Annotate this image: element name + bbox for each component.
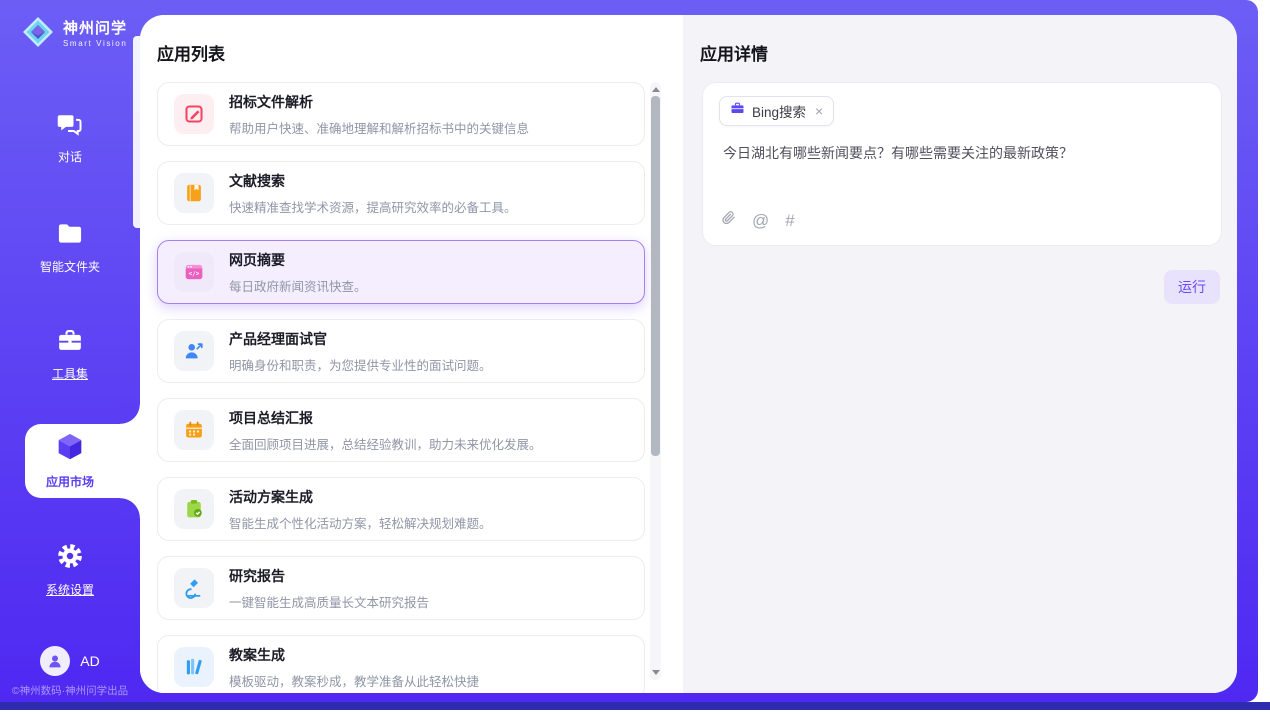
- app-name: 网页摘要: [229, 250, 367, 270]
- app-card-project-summary[interactable]: 项目总结汇报 全面回顾项目进展，总结经验教训，助力未来优化发展。: [157, 398, 645, 462]
- sidebar-item-label: 智能文件夹: [40, 258, 100, 275]
- svg-text:</>: </>: [189, 271, 200, 278]
- sidebar-item-label: 应用市场: [46, 473, 94, 490]
- app-name: 招标文件解析: [229, 92, 529, 112]
- app-desc: 模板驱动，教案秒成，教学准备从此轻松快捷: [229, 671, 479, 690]
- app-name: 研究报告: [229, 566, 429, 586]
- sidebar-item-smart-folders[interactable]: 智能文件夹: [0, 220, 140, 275]
- app-desc: 快速精准查找学术资源，提高研究效率的必备工具。: [229, 197, 517, 216]
- app-card-bid-document-analysis[interactable]: 招标文件解析 帮助用户快速、准确地理解和解析招标书中的关键信息: [157, 82, 645, 146]
- brand-logo: 神州问学 Smart Vision: [20, 14, 127, 55]
- app-desc: 智能生成个性化活动方案，轻松解决规划难题。: [229, 513, 492, 532]
- app-card-list: 招标文件解析 帮助用户快速、准确地理解和解析招标书中的关键信息: [157, 82, 645, 693]
- app-card-literature-search[interactable]: 文献搜索 快速精准查找学术资源，提高研究效率的必备工具。: [157, 161, 645, 225]
- mention-icon[interactable]: @: [752, 212, 769, 229]
- sidebar-item-toolset[interactable]: 工具集: [0, 327, 140, 382]
- run-button[interactable]: 运行: [1164, 270, 1220, 304]
- scroll-up-icon[interactable]: [652, 87, 660, 92]
- prompt-input[interactable]: 今日湖北有哪些新闻要点？有哪些需要关注的最新政策？: [723, 143, 1201, 164]
- app-list-scrollbar[interactable]: [650, 82, 661, 680]
- app-list-panel: 应用列表 招标文件解析 帮助用户快速、准确地理解和解析招标书中的关键信息: [140, 15, 683, 693]
- sidebar-item-chat[interactable]: 对话: [0, 110, 140, 165]
- briefcase-icon: [730, 101, 745, 121]
- app-detail-title: 应用详情: [700, 40, 768, 65]
- brand-name: 神州问学: [63, 21, 127, 36]
- app-name: 教案生成: [229, 645, 479, 665]
- paperclip-icon[interactable]: [721, 209, 736, 231]
- app-card-event-plan[interactable]: 活动方案生成 智能生成个性化活动方案，轻松解决规划难题。: [157, 477, 645, 541]
- scrollbar-thumb[interactable]: [651, 96, 660, 456]
- app-desc: 明确身份和职责，为您提供专业性的面试问题。: [229, 355, 492, 374]
- book-icon: [174, 173, 214, 213]
- brand-diamond-icon: [20, 14, 56, 55]
- app-list-title: 应用列表: [157, 40, 225, 65]
- clipboard-check-icon: [174, 489, 214, 529]
- sidebar-item-app-market[interactable]: 应用市场: [0, 431, 140, 490]
- sidebar-item-label: 系统设置: [46, 581, 94, 598]
- tag-close-icon[interactable]: ×: [815, 103, 823, 119]
- app-card-webpage-summary[interactable]: </> 网页摘要 每日政府新闻资讯快查。: [157, 240, 645, 304]
- app-name: 项目总结汇报: [229, 408, 542, 428]
- user-account[interactable]: AD: [0, 646, 140, 676]
- content-area: 应用列表 招标文件解析 帮助用户快速、准确地理解和解析招标书中的关键信息: [140, 15, 1237, 693]
- books-icon: [174, 647, 214, 687]
- avatar: [40, 646, 70, 676]
- sidebar-active-notch-top: [120, 404, 140, 424]
- sidebar-item-settings[interactable]: 系统设置: [0, 541, 140, 598]
- brand-tagline: Smart Vision: [63, 40, 127, 48]
- app-name: 文献搜索: [229, 171, 517, 191]
- folder-icon: [56, 220, 84, 253]
- sidebar: 神州问学 Smart Vision 对话: [0, 0, 140, 702]
- app-card-lesson-plan[interactable]: 教案生成 模板驱动，教案秒成，教学准备从此轻松快捷: [157, 635, 645, 693]
- interviewer-icon: [174, 331, 214, 371]
- prompt-card: Bing搜索 × 今日湖北有哪些新闻要点？有哪些需要关注的最新政策？ @ #: [702, 82, 1222, 246]
- tool-tag-bing-search[interactable]: Bing搜索 ×: [719, 96, 834, 126]
- app-window: 神州问学 Smart Vision 对话: [0, 0, 1270, 714]
- cube-icon: [54, 431, 86, 468]
- window-bottom-edge: [0, 702, 1270, 710]
- attachment-toolbar: @ #: [721, 209, 795, 231]
- app-desc: 帮助用户快速、准确地理解和解析招标书中的关键信息: [229, 118, 529, 137]
- app-desc: 全面回顾项目进展，总结经验教训，助力未来优化发展。: [229, 434, 542, 453]
- sidebar-active-notch-bottom: [120, 498, 140, 518]
- edit-document-icon: [174, 94, 214, 134]
- hashtag-icon[interactable]: #: [785, 212, 794, 229]
- copyright-text: ©神州数码·神州问学出品: [0, 683, 140, 698]
- app-detail-panel: 应用详情 Bing搜索 × 今日湖北有哪些新闻要点？: [683, 15, 1237, 693]
- app-frame: 神州问学 Smart Vision 对话: [0, 0, 1258, 702]
- gear-icon: [55, 541, 85, 576]
- calendar-icon: [174, 410, 214, 450]
- microscope-icon: [174, 568, 214, 608]
- app-desc: 每日政府新闻资讯快查。: [229, 276, 367, 295]
- user-initials: AD: [80, 653, 99, 669]
- app-card-pm-interviewer[interactable]: 产品经理面试官 明确身份和职责，为您提供专业性的面试问题。: [157, 319, 645, 383]
- app-card-research-report[interactable]: 研究报告 一键智能生成高质量长文本研究报告: [157, 556, 645, 620]
- scroll-down-icon[interactable]: [652, 670, 660, 675]
- app-name: 产品经理面试官: [229, 329, 492, 349]
- tool-tag-label: Bing搜索: [752, 101, 806, 121]
- sidebar-item-label: 工具集: [52, 365, 88, 382]
- toolbox-icon: [56, 327, 84, 360]
- sidebar-item-label: 对话: [58, 148, 82, 165]
- app-desc: 一键智能生成高质量长文本研究报告: [229, 592, 429, 611]
- chat-icon: [56, 110, 84, 143]
- app-name: 活动方案生成: [229, 487, 492, 507]
- webpage-code-icon: </>: [174, 252, 214, 292]
